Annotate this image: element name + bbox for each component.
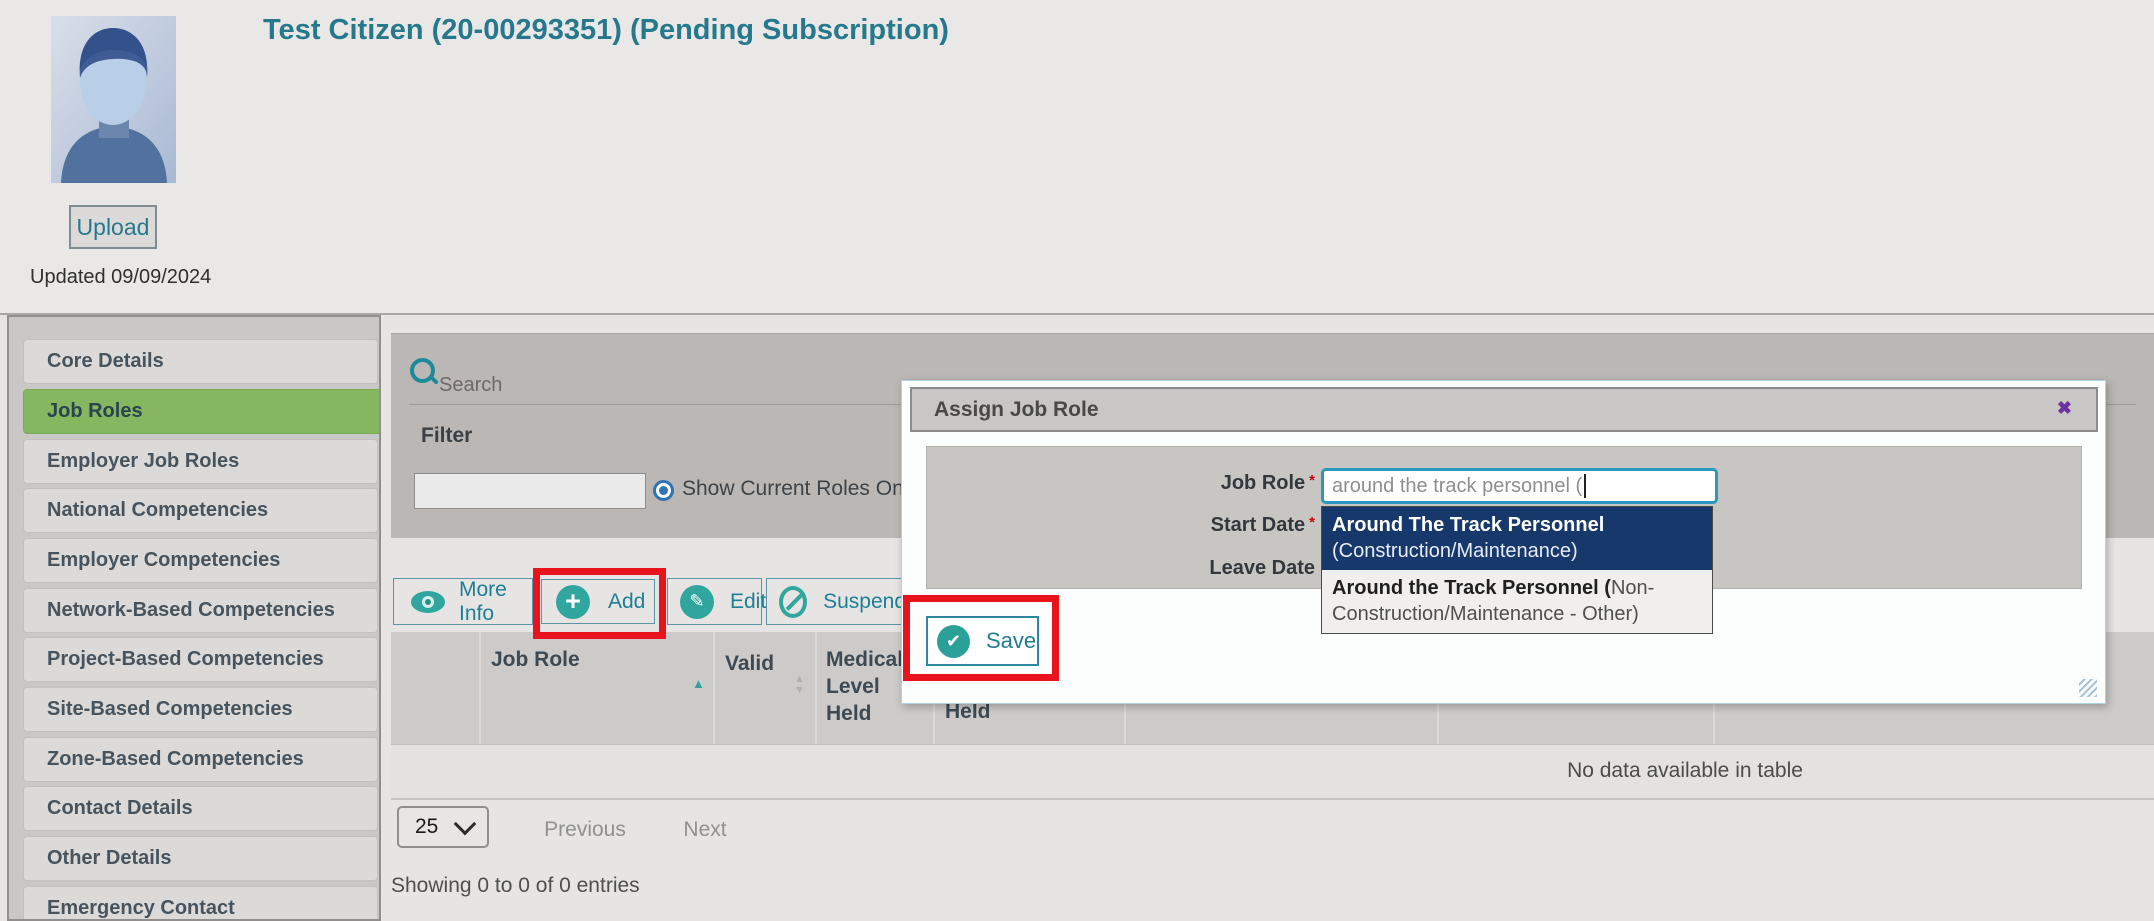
column-header-valid[interactable]: Valid bbox=[725, 650, 774, 677]
show-current-roles-label: Show Current Roles Only bbox=[682, 477, 919, 500]
start-date-field-label: Start Date * bbox=[927, 514, 1315, 537]
search-icon bbox=[410, 358, 440, 388]
column-separator bbox=[815, 632, 817, 744]
sidebar-item-employer-competencies[interactable]: Employer Competencies bbox=[23, 538, 378, 583]
dialog-title: Assign Job Role bbox=[934, 397, 1099, 421]
pencil-circle-icon: ✎ bbox=[680, 584, 714, 619]
autocomplete-option-2[interactable]: Around the Track Personnel (Non-Construc… bbox=[1322, 570, 1712, 633]
autocomplete-option-1[interactable]: Around The Track Personnel (Construction… bbox=[1322, 507, 1712, 570]
column-separator bbox=[479, 632, 481, 744]
text-caret bbox=[1584, 474, 1587, 498]
more-info-label: More Info bbox=[458, 577, 507, 625]
sidebar-item-network-based-competencies[interactable]: Network-Based Competencies bbox=[23, 588, 378, 633]
sidebar-item-emergency-contact[interactable]: Emergency Contact bbox=[23, 886, 378, 919]
save-button-label: Save bbox=[986, 628, 1037, 653]
sidebar-item-site-based-competencies[interactable]: Site-Based Competencies bbox=[23, 687, 378, 732]
next-page-link[interactable]: Next bbox=[650, 818, 760, 842]
more-info-button[interactable]: More Info bbox=[393, 578, 533, 625]
column-header-job-role[interactable]: Job Role bbox=[491, 646, 580, 673]
option-matched-text: Around The Track Personnel bbox=[1332, 514, 1605, 536]
page-title: Test Citizen (20-00293351) (Pending Subs… bbox=[263, 14, 949, 46]
required-mark: * bbox=[1309, 472, 1315, 489]
chevron-down-icon bbox=[453, 812, 477, 836]
sidebar-item-zone-based-competencies[interactable]: Zone-Based Competencies bbox=[23, 737, 378, 782]
person-silhouette-icon bbox=[51, 16, 176, 183]
suspend-button[interactable]: Suspend bbox=[766, 578, 907, 625]
job-role-input[interactable]: around the track personnel ( bbox=[1321, 468, 1718, 504]
job-role-field-label: Job Role * bbox=[927, 472, 1315, 495]
dialog-resize-handle[interactable] bbox=[2079, 679, 2097, 697]
sidebar-item-job-roles[interactable]: Job Roles bbox=[23, 389, 379, 434]
filter-label: Filter bbox=[421, 424, 473, 447]
entries-summary: Showing 0 to 0 of 0 entries bbox=[391, 874, 640, 897]
upload-button[interactable]: Upload bbox=[69, 205, 157, 249]
column-separator bbox=[713, 632, 715, 744]
profile-photo bbox=[51, 16, 176, 183]
previous-page-link[interactable]: Previous bbox=[530, 818, 640, 842]
leave-date-field-label: Leave Date bbox=[927, 557, 1315, 580]
eye-icon bbox=[411, 590, 445, 613]
no-data-message: No data available in table bbox=[1567, 759, 1803, 782]
plus-circle-icon: + bbox=[556, 584, 590, 619]
app-window: Upload Updated 09/09/2024 Test Citizen (… bbox=[0, 0, 2154, 921]
start-date-label-text: Start Date bbox=[1210, 514, 1306, 536]
sidebar-nav: Core Details Job Roles Employer Job Role… bbox=[7, 315, 381, 921]
upload-button-label: Upload bbox=[76, 213, 150, 240]
sidebar-item-core-details[interactable]: Core Details bbox=[23, 339, 378, 384]
job-role-input-value: around the track personnel ( bbox=[1332, 474, 1583, 497]
leave-date-label-text: Leave Date bbox=[1209, 557, 1315, 579]
option-matched-text: Around the Track Personnel ( bbox=[1332, 577, 1611, 599]
edit-button[interactable]: ✎ Edit bbox=[667, 578, 766, 625]
sidebar-item-national-competencies[interactable]: National Competencies bbox=[23, 488, 378, 533]
edit-label: Edit bbox=[730, 589, 767, 613]
assign-job-role-dialog: Assign Job Role ✖ Job Role * Start Date * … bbox=[901, 380, 2106, 704]
filter-input[interactable] bbox=[414, 473, 646, 509]
no-entry-icon bbox=[779, 585, 808, 618]
sidebar-item-employer-job-roles[interactable]: Employer Job Roles bbox=[23, 439, 378, 484]
add-label: Add bbox=[608, 589, 646, 613]
job-role-label-text: Job Role bbox=[1220, 472, 1306, 494]
job-role-autocomplete-list: Around The Track Personnel (Construction… bbox=[1321, 506, 1713, 634]
suspend-label: Suspend bbox=[823, 589, 906, 613]
option-rest-text: (Construction/Maintenance) bbox=[1332, 540, 1578, 562]
search-label: Search bbox=[439, 374, 503, 396]
add-button[interactable]: + Add bbox=[541, 579, 655, 624]
sidebar-item-contact-details[interactable]: Contact Details bbox=[23, 786, 378, 831]
sort-ascending-icon[interactable]: ▲ bbox=[692, 676, 705, 691]
check-circle-icon: ✔ bbox=[937, 624, 970, 658]
sort-both-icon[interactable]: ▲ ▼ bbox=[794, 674, 805, 696]
table-empty-row: No data available in table bbox=[391, 745, 2154, 800]
required-mark: * bbox=[1309, 514, 1315, 531]
sidebar-item-project-based-competencies[interactable]: Project-Based Competencies bbox=[23, 637, 378, 682]
photo-updated-date: Updated 09/09/2024 bbox=[30, 266, 212, 288]
sidebar-item-other-details[interactable]: Other Details bbox=[23, 836, 378, 881]
dialog-titlebar[interactable]: Assign Job Role ✖ bbox=[910, 387, 2098, 432]
show-current-roles-radio[interactable] bbox=[653, 480, 674, 501]
page-size-value: 25 bbox=[415, 815, 439, 838]
close-icon[interactable]: ✖ bbox=[2057, 398, 2072, 419]
top-band: Upload Updated 09/09/2024 Test Citizen (… bbox=[0, 0, 2154, 315]
save-button[interactable]: ✔ Save bbox=[926, 616, 1039, 666]
page-size-select[interactable]: 25 bbox=[397, 806, 489, 848]
